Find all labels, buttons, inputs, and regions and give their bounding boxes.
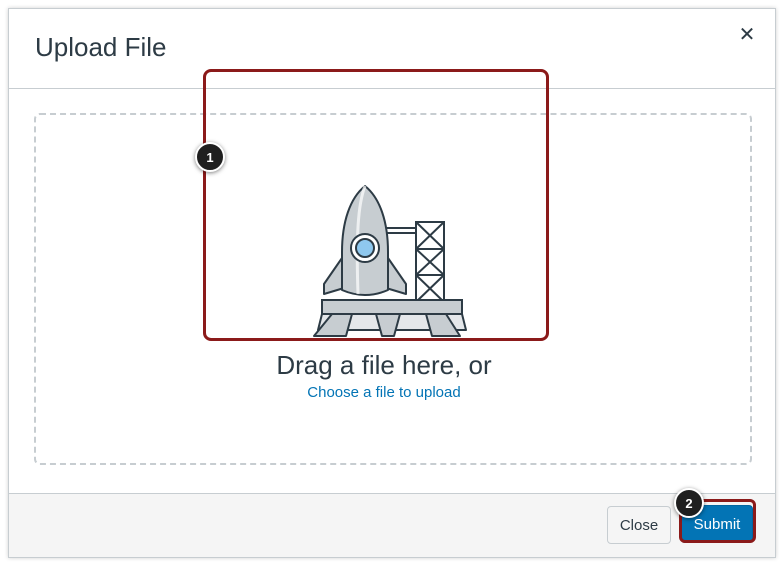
rocket-icon [313,185,467,337]
drag-file-text: Drag a file here, or [276,350,492,380]
callout-badge-1: 1 [195,142,225,172]
close-button[interactable]: Close [607,506,671,544]
dialog-title: Upload File [35,32,167,62]
close-icon[interactable]: ✕ [735,23,759,47]
choose-file-link[interactable]: Choose a file to upload [211,383,557,403]
callout-badge-2: 2 [674,488,704,518]
